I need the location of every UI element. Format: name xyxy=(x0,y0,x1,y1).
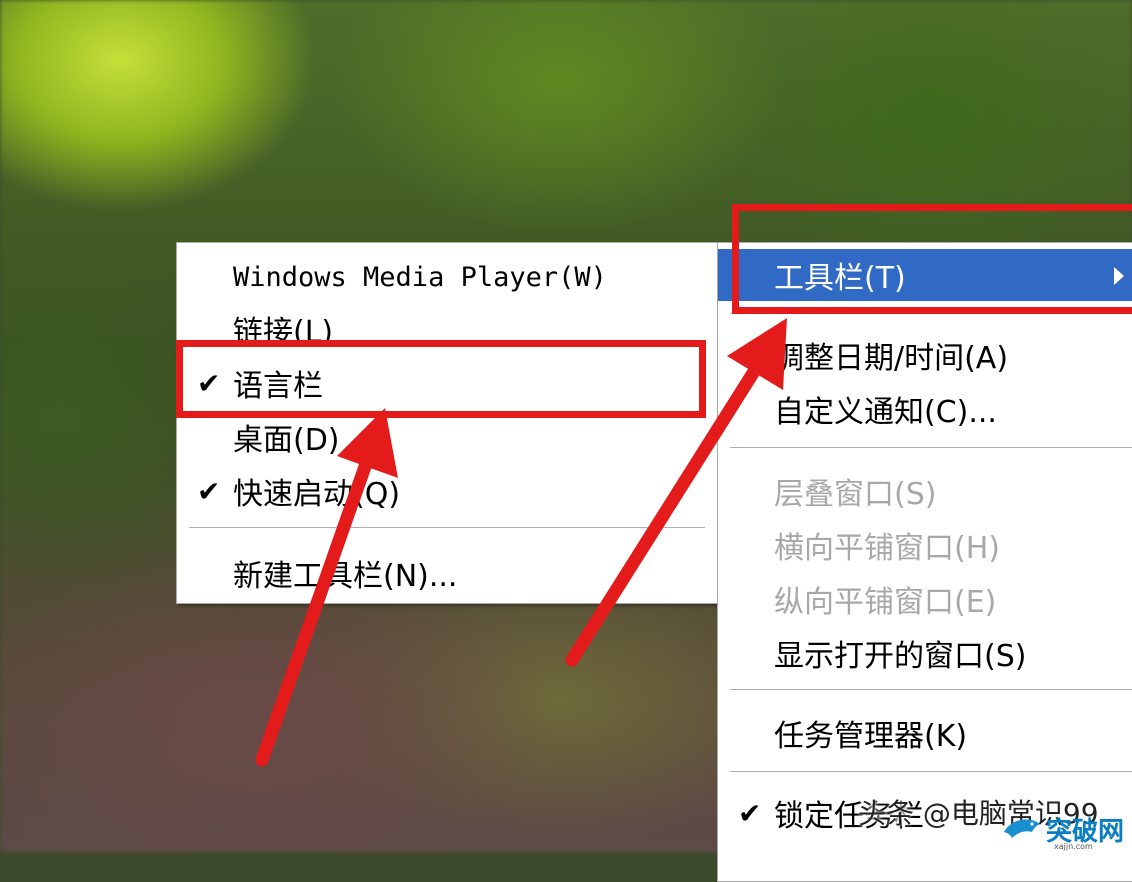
watermark-logo-sub: xajjn.com xyxy=(1054,842,1093,851)
arrow-to-toolbars xyxy=(565,318,787,667)
annotation-arrows xyxy=(255,318,787,767)
arrow-to-language-bar xyxy=(255,408,398,767)
watermark-logo: 突破网 xajjn.com xyxy=(1002,808,1130,851)
dolphin-icon xyxy=(1004,819,1040,838)
